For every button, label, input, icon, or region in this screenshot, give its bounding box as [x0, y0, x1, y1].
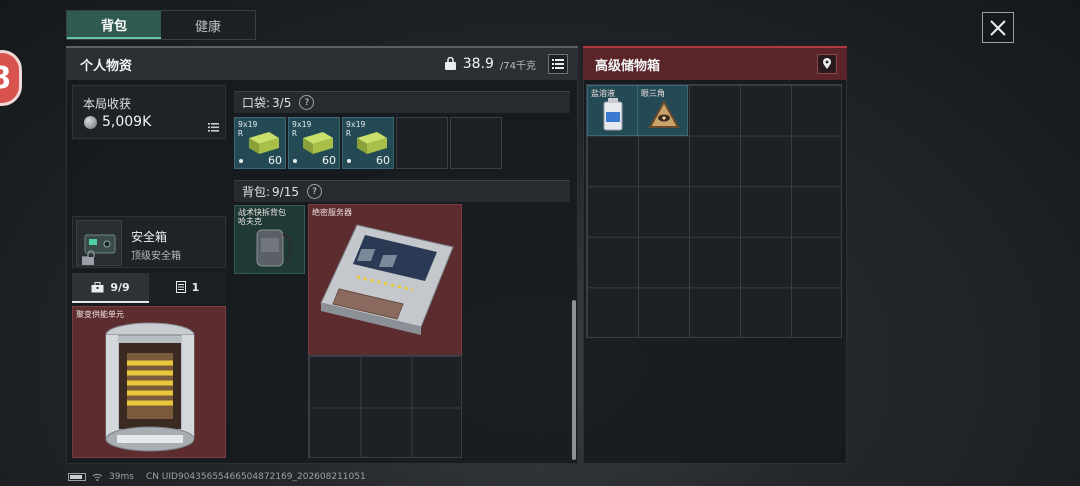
top-tabs: 背包 健康 [66, 10, 256, 40]
pocket-slot[interactable]: 9x19 R 60 [288, 117, 340, 169]
ping-text: 39ms [109, 472, 134, 482]
card-items-count: 1 [191, 280, 200, 294]
scrollbar[interactable] [572, 300, 576, 460]
weight-max: /74千克 [499, 60, 536, 72]
safe-box-name: 安全箱 [131, 230, 168, 244]
pocket-help-icon[interactable]: ? [299, 95, 315, 110]
weight-area: 38.9 /74千克 [444, 54, 568, 74]
location-button[interactable] [817, 54, 837, 74]
tab-card-items[interactable]: 1 [149, 273, 226, 303]
weight-value: 38.9 [462, 56, 494, 72]
personal-items-title: 个人物资 [80, 58, 133, 74]
ammo-box-icon [303, 132, 333, 154]
tab-backpack[interactable]: 背包 [67, 11, 161, 39]
storage-header: 高级储物箱 [583, 46, 847, 80]
status-bar: 39ms CN UID9043565546650487216​9_2026082… [68, 472, 366, 482]
card-icon [175, 281, 186, 293]
list-icon [552, 59, 564, 69]
safe-subtabs: 9/9 1 [72, 273, 226, 303]
list-icon [208, 123, 219, 132]
backpack-label: 背包: [242, 185, 271, 199]
wifi-icon [92, 473, 103, 481]
battery-icon [68, 473, 86, 481]
pocket-slot[interactable]: 9x19 R 60 [342, 117, 394, 169]
ammo-dot [347, 159, 351, 163]
pocket-label: 口袋: [242, 96, 271, 110]
pocket-slot[interactable]: 9x19 R 60 [234, 117, 286, 169]
saline-bottle-image [603, 98, 623, 131]
backpack-image [256, 229, 293, 267]
pocket-slot-empty[interactable] [396, 117, 448, 169]
briefcase-icon [91, 281, 104, 292]
harvest-label: 本局收获 [83, 97, 132, 111]
storage-item[interactable]: 眼三角 [637, 85, 688, 136]
tab-safe-items[interactable]: 9/9 [72, 273, 149, 303]
red-badge[interactable]: 8 [0, 50, 22, 106]
item-label: 眼三角 [641, 89, 665, 98]
safe-items-count: 9/9 [110, 280, 130, 294]
ammo-count: 60 [268, 154, 282, 167]
ammo-box-icon [357, 132, 387, 154]
ammo-count: 60 [376, 154, 390, 167]
backpack-section: 背包: 9/15 ? [234, 180, 570, 202]
harvest-summary[interactable]: 本局收获 5,009K [72, 85, 226, 139]
ammo-dot [293, 159, 297, 163]
storage-title: 高级储物箱 [595, 58, 661, 74]
safe-box-icon [76, 220, 122, 266]
pocket-slot-empty[interactable] [450, 117, 502, 169]
close-icon [990, 19, 1006, 36]
tab-health[interactable]: 健康 [161, 11, 255, 39]
backpack-count: 9/15 [272, 184, 299, 199]
weight-icon [444, 57, 456, 70]
safe-box[interactable]: 安全箱 顶级安全箱 [72, 216, 226, 268]
eye-triangle-image [648, 100, 680, 128]
ammo-count: 60 [322, 154, 336, 167]
pocket-count: 3/5 [272, 95, 292, 110]
coin-icon [84, 116, 97, 129]
storage-item[interactable]: 盐溶液 [587, 85, 638, 136]
secret-server-item[interactable]: 绝密服务器 [308, 204, 462, 356]
backpack-help-icon[interactable]: ? [307, 184, 322, 199]
ammo-box-icon [249, 132, 279, 154]
close-button[interactable] [982, 12, 1014, 43]
personal-items-header: 个人物资 38.9 /74千克 [66, 46, 578, 80]
fusion-unit-image [105, 322, 195, 452]
sort-button[interactable] [548, 54, 568, 74]
pocket-section: 口袋: 3/5 ? [234, 91, 570, 113]
harvest-value: 5,009K [102, 114, 152, 130]
location-pin-icon [823, 58, 831, 69]
ammo-dot [239, 159, 243, 163]
backpack-grid[interactable] [308, 355, 462, 458]
uid-text: CN UID9043565546650487216​9_202608211051 [145, 472, 366, 482]
safe-box-subtitle: 顶级安全箱 [131, 251, 181, 262]
fusion-power-unit-item[interactable]: 聚变供能单元 [72, 306, 226, 458]
server-image [320, 224, 454, 335]
tactical-backpack-item[interactable]: 战术快拆背包 哈夫克 [234, 205, 305, 274]
